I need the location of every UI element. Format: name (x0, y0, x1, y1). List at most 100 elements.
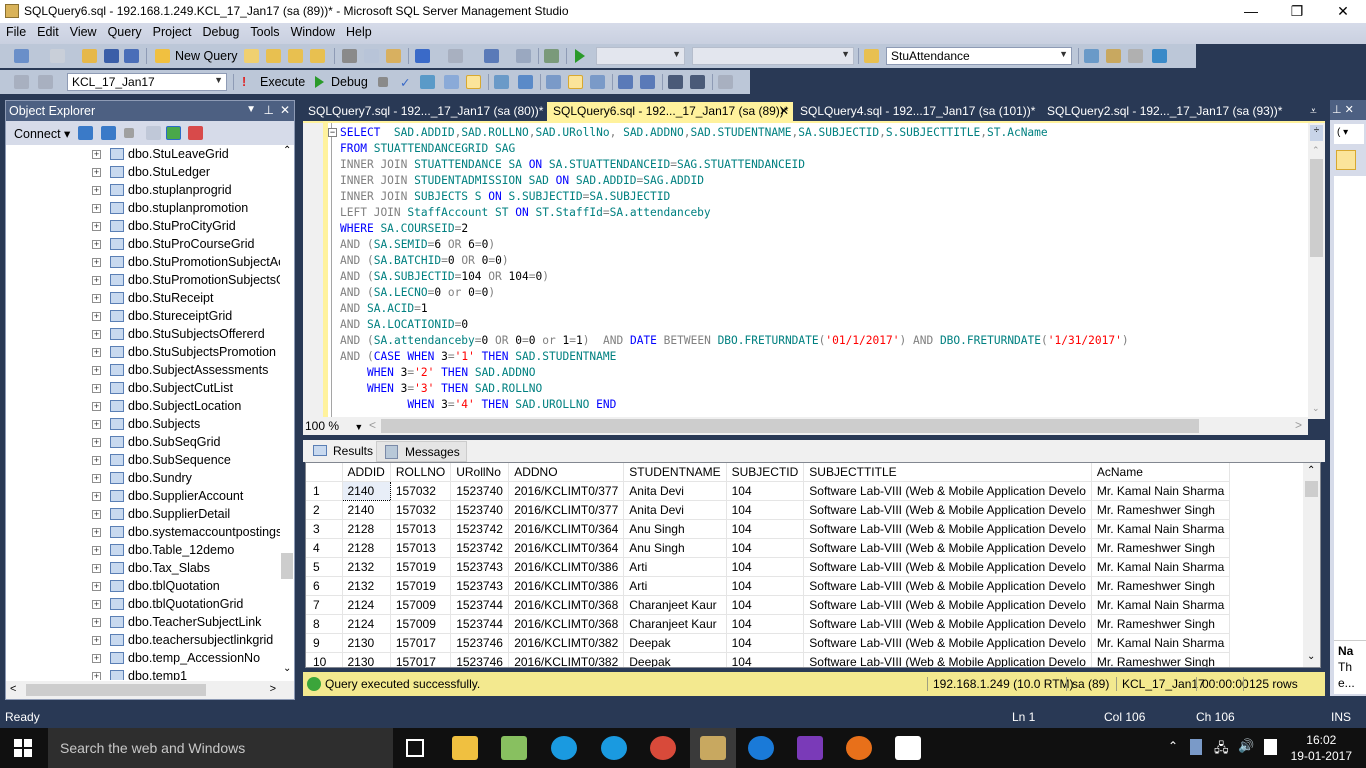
task-view-icon[interactable] (406, 739, 424, 757)
table-cell[interactable]: Software Lab-VIII (Web & Mobile Applicat… (803, 595, 1092, 615)
solution-config-combo[interactable]: ▼ (596, 47, 685, 65)
table-cell[interactable]: 1523744 (450, 614, 510, 634)
tab-sqlquery6[interactable]: SQLQuery6.sql - 192..._17_Jan17 (sa (89)… (547, 102, 793, 121)
tree-node[interactable]: + dbo.SupplierDetail (6, 505, 280, 523)
tab-sqlquery2[interactable]: SQLQuery2.sql - 192..._17_Jan17 (sa (93)… (1041, 102, 1288, 121)
expand-icon[interactable]: + (92, 420, 101, 429)
expand-icon[interactable]: + (92, 636, 101, 645)
results-to-file-icon[interactable] (590, 75, 605, 89)
tree-node[interactable]: + dbo.SubjectCutList (6, 379, 280, 397)
table-cell[interactable]: 157032 (390, 500, 452, 520)
taskbar-search-box[interactable]: Search the web and Windows (48, 728, 393, 768)
photos-icon[interactable] (895, 736, 921, 760)
column-header[interactable]: URollNo (450, 463, 510, 482)
table-cell[interactable]: Arti (623, 576, 727, 596)
table-cell[interactable]: Software Lab-VIII (Web & Mobile Applicat… (803, 481, 1092, 501)
menu-debug[interactable]: Debug (197, 23, 245, 39)
table-cell[interactable]: 1523742 (450, 538, 510, 558)
expand-icon[interactable]: + (92, 510, 101, 519)
object-explorer-details-icon[interactable] (1106, 49, 1121, 63)
table-cell[interactable]: Software Lab-VIII (Web & Mobile Applicat… (803, 519, 1092, 539)
find-combo[interactable]: StuAttendance ▼ (886, 47, 1072, 65)
object-explorer-hscroll[interactable]: < > (6, 681, 294, 699)
table-cell[interactable]: Mr. Kamal Nain Sharma (1091, 557, 1231, 577)
row-number[interactable]: 2 (306, 500, 343, 520)
table-cell[interactable]: Mr. Kamal Nain Sharma (1091, 481, 1231, 501)
tree-node[interactable]: + dbo.TeacherSubjectLink (6, 613, 280, 631)
table-cell[interactable]: 2016/KCLIMT0/364 (508, 519, 625, 539)
table-cell[interactable]: Software Lab-VIII (Web & Mobile Applicat… (803, 557, 1092, 577)
table-cell[interactable]: 2128 (342, 538, 391, 558)
table-cell[interactable]: Software Lab-VIII (Web & Mobile Applicat… (803, 576, 1092, 596)
table-cell[interactable]: Mr. Rameshwer Singh (1091, 576, 1231, 596)
table-row[interactable]: 9 2130 157017 1523746 2016/KCLIMT0/382 Deepak… (306, 633, 1231, 653)
expand-icon[interactable]: + (92, 402, 101, 411)
minimize-button[interactable]: — (1228, 0, 1274, 23)
debug-button[interactable]: Debug (331, 75, 368, 89)
filter-icon[interactable] (146, 126, 161, 140)
expand-icon[interactable]: + (92, 564, 101, 573)
table-cell[interactable]: 2140 (342, 500, 391, 520)
scroll-left-icon[interactable]: < (369, 418, 376, 432)
paste-icon[interactable] (386, 49, 401, 63)
table-cell[interactable]: 157019 (390, 557, 452, 577)
table-cell[interactable]: Mr. Kamal Nain Sharma (1091, 595, 1231, 615)
expand-icon[interactable]: + (92, 582, 101, 591)
firefox-icon[interactable] (846, 736, 872, 760)
tree-node[interactable]: + dbo.StureceiptGrid (6, 307, 280, 325)
analysis-dmx-query-icon[interactable] (288, 49, 303, 63)
skype-icon[interactable] (551, 736, 577, 760)
table-cell[interactable]: 2016/KCLIMT0/377 (508, 481, 625, 501)
table-cell[interactable]: Software Lab-VIII (Web & Mobile Applicat… (803, 614, 1092, 634)
tray-app-icon[interactable] (1190, 739, 1202, 755)
disconnect-icon[interactable] (38, 75, 53, 89)
tree-node[interactable]: + dbo.Sundry (6, 469, 280, 487)
table-cell[interactable]: 2132 (342, 557, 391, 577)
table-cell[interactable]: 157013 (390, 519, 452, 539)
tree-node[interactable]: + dbo.stuplanpromotion (6, 199, 280, 217)
tree-node[interactable]: + dbo.Tax_Slabs (6, 559, 280, 577)
table-cell[interactable]: 2016/KCLIMT0/368 (508, 614, 625, 634)
results-to-grid-icon[interactable] (466, 75, 481, 89)
table-row[interactable]: 7 2124 157009 1523744 2016/KCLIMT0/368 Charan… (306, 595, 1231, 615)
table-cell[interactable]: 104 (726, 576, 805, 596)
properties-tools-icon[interactable] (1128, 49, 1143, 63)
table-cell[interactable]: 157013 (390, 538, 452, 558)
table-cell[interactable]: Software Lab-VIII (Web & Mobile Applicat… (803, 538, 1092, 558)
close-tab-icon[interactable]: ✕ (779, 104, 789, 118)
table-row[interactable]: 10 2130 157017 1523746 2016/KCLIMT0/382 Deepa… (306, 652, 1231, 667)
xmla-query-icon[interactable] (310, 49, 325, 63)
properties-grid[interactable] (1334, 176, 1366, 660)
table-cell[interactable]: 104 (726, 500, 805, 520)
solution-platform-combo[interactable]: ▼ (692, 47, 854, 65)
table-cell[interactable]: 2016/KCLIMT0/386 (508, 576, 625, 596)
categorized-icon[interactable] (1336, 150, 1356, 170)
tree-node[interactable]: + dbo.StuSubjectsPromotion (6, 343, 280, 361)
table-cell[interactable]: Anu Singh (623, 519, 727, 539)
results-grid-selected-icon[interactable] (568, 75, 583, 89)
menu-help[interactable]: Help (340, 23, 377, 39)
table-cell[interactable]: 104 (726, 633, 805, 653)
row-number[interactable]: 10 (306, 652, 343, 667)
tree-node[interactable]: + dbo.teachersubjectlinkgrid (6, 631, 280, 649)
navigate-forward-icon[interactable] (516, 49, 531, 63)
expand-icon[interactable]: + (92, 204, 101, 213)
row-number[interactable]: 9 (306, 633, 343, 653)
client-statistics-icon[interactable] (518, 75, 533, 89)
cancel-query-icon[interactable] (378, 77, 388, 87)
table-cell[interactable]: Mr. Rameshwer Singh (1091, 652, 1231, 667)
row-number[interactable]: 1 (306, 481, 343, 501)
expand-icon[interactable]: + (92, 240, 101, 249)
table-cell[interactable]: 104 (726, 652, 805, 667)
close-panel-icon[interactable]: ✕ (280, 103, 290, 117)
query-editor[interactable]: − SELECT SAD.ADDID,SAD.ROLLNO,SAD.URollN… (303, 121, 1325, 419)
tree-node[interactable]: + dbo.StuPromotionSubjectAc (6, 253, 280, 271)
tab-results[interactable]: Results (305, 441, 380, 462)
tree-node[interactable]: + dbo.SupplierAccount (6, 487, 280, 505)
tree-node[interactable]: + dbo.tblQuotationGrid (6, 595, 280, 613)
skype-notification-icon[interactable] (601, 736, 627, 760)
table-cell[interactable]: 2124 (342, 614, 391, 634)
database-engine-query-icon[interactable] (244, 49, 259, 63)
tree-node[interactable]: + dbo.Table_12demo (6, 541, 280, 559)
redo-icon[interactable] (448, 49, 463, 63)
